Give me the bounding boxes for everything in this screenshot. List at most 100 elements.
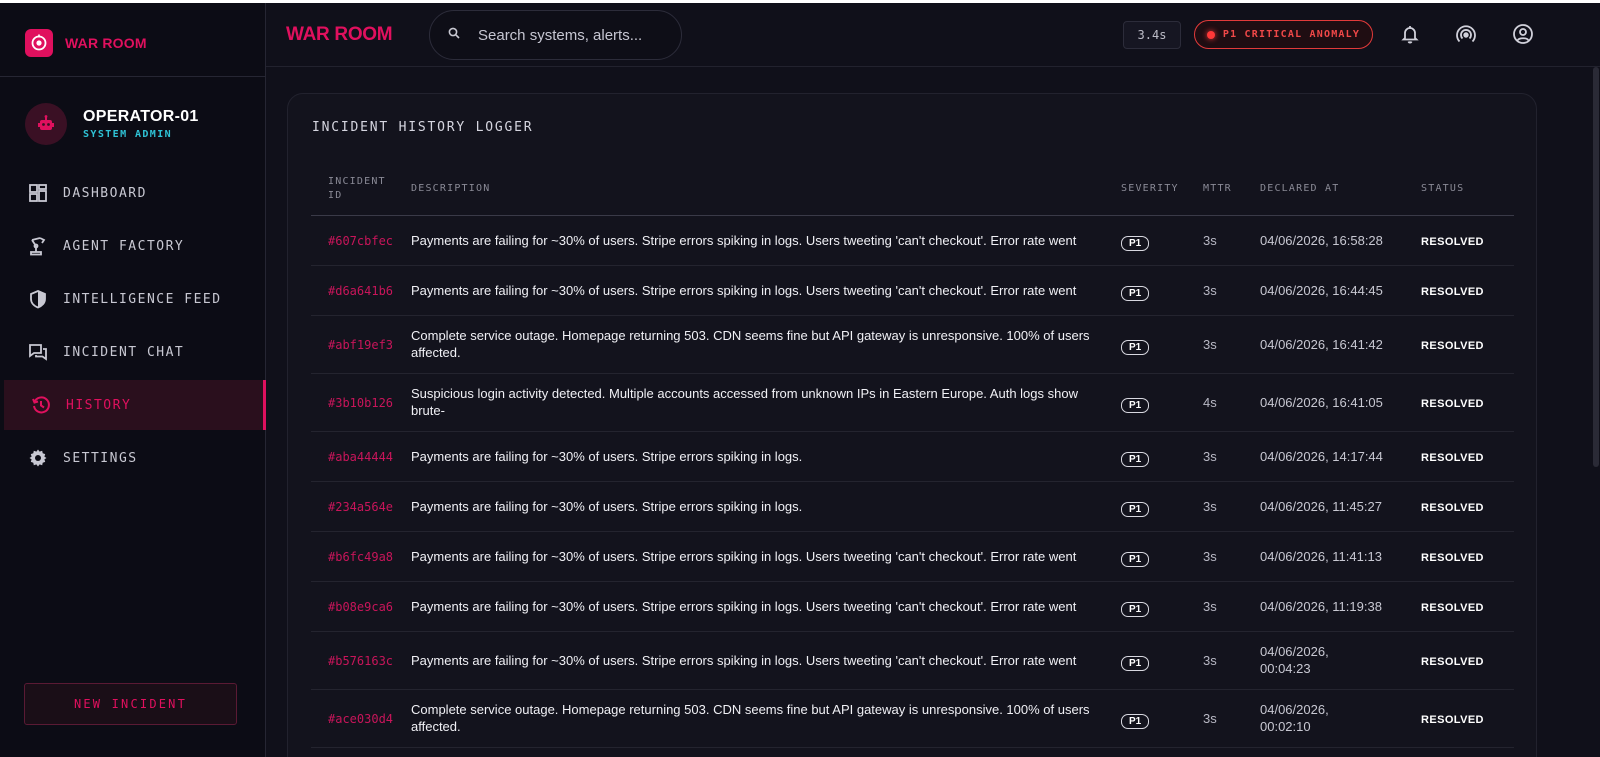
sidebar-divider: [0, 76, 266, 77]
status-badge: RESOLVED: [1421, 285, 1484, 298]
incident-id[interactable]: #607cbfec: [328, 234, 393, 248]
table-row[interactable]: #b6fc49a8 Payments are failing for ~30% …: [311, 531, 1514, 582]
column-header-mttr[interactable]: MTTR: [1203, 164, 1260, 216]
user-role: SYSTEM ADMIN: [83, 129, 173, 140]
column-header-description[interactable]: DESCRIPTION: [411, 164, 1121, 216]
status-badge: RESOLVED: [1421, 235, 1484, 248]
incident-table: INCIDENT ID DESCRIPTION SEVERITY MTTR DE…: [311, 164, 1514, 748]
severity-badge: P1: [1121, 286, 1150, 301]
incident-id[interactable]: #b08e9ca6: [328, 600, 393, 614]
user-circle-icon[interactable]: [1511, 22, 1535, 46]
mttr-value: 3s: [1203, 652, 1217, 668]
mttr-value: 3s: [1203, 282, 1217, 298]
declared-at: 04/06/2026, 16:41:05: [1260, 394, 1383, 410]
sidebar: WAR ROOM OPERATOR-01 SYSTEM ADMIN DASHBO…: [0, 3, 266, 757]
severity-badge: P1: [1121, 602, 1150, 617]
incident-description: Payments are failing for ~30% of users. …: [411, 598, 1077, 614]
sidebar-item-intelligence-feed[interactable]: INTELLIGENCE FEED: [0, 274, 266, 324]
declared-at: 04/06/2026, 16:58:28: [1260, 232, 1383, 248]
latency-badge: 3.4s: [1123, 21, 1181, 49]
table-row[interactable]: #b576163c Payments are failing for ~30% …: [311, 631, 1514, 690]
incident-history-card: INCIDENT HISTORY LOGGER INCIDENT ID DESC…: [287, 93, 1537, 757]
sidebar-item-label: SETTINGS: [63, 450, 138, 466]
search-box[interactable]: [429, 10, 682, 60]
table-row[interactable]: #aba44444 Payments are failing for ~30% …: [311, 431, 1514, 482]
severity-badge: P1: [1121, 340, 1150, 355]
severity-badge: P1: [1121, 236, 1150, 251]
mttr-value: 3s: [1203, 498, 1217, 514]
incident-description: Payments are failing for ~30% of users. …: [411, 548, 1077, 564]
incident-id[interactable]: #234a564e: [328, 500, 393, 514]
sidebar-item-label: AGENT FACTORY: [63, 238, 185, 254]
severity-badge: P1: [1121, 656, 1150, 671]
column-header-declared[interactable]: DECLARED AT: [1260, 164, 1421, 216]
column-header-id[interactable]: INCIDENT ID: [311, 164, 411, 216]
incident-description: Payments are failing for ~30% of users. …: [411, 448, 803, 464]
incident-id[interactable]: #b6fc49a8: [328, 550, 393, 564]
mttr-value: 4s: [1203, 394, 1217, 410]
search-input[interactable]: [478, 26, 658, 44]
declared-at: 04/06/2026, 00:04:23: [1260, 644, 1329, 676]
robot-arm-icon: [27, 235, 49, 257]
sidebar-item-label: DASHBOARD: [63, 185, 147, 201]
declared-at: 04/06/2026, 16:44:45: [1260, 282, 1383, 298]
table-row[interactable]: #b08e9ca6 Payments are failing for ~30% …: [311, 581, 1514, 632]
sidebar-nav: DASHBOARD AGENT FACTORY INTELLIGENCE FEE…: [0, 168, 266, 486]
column-header-status[interactable]: STATUS: [1421, 164, 1514, 216]
incident-id[interactable]: #abf19ef3: [328, 338, 393, 352]
chat-icon: [27, 341, 49, 363]
incident-id[interactable]: #3b10b126: [328, 396, 393, 410]
table-row[interactable]: #3b10b126 Suspicious login activity dete…: [311, 373, 1514, 432]
incident-id[interactable]: #ace030d4: [328, 712, 393, 726]
declared-at: 04/06/2026, 11:19:38: [1260, 598, 1382, 614]
status-badge: RESOLVED: [1421, 451, 1484, 464]
table-row[interactable]: #234a564e Payments are failing for ~30% …: [311, 481, 1514, 532]
severity-badge: P1: [1121, 502, 1150, 517]
sidebar-item-incident-chat[interactable]: INCIDENT CHAT: [0, 327, 266, 377]
anomaly-label: P1 CRITICAL ANOMALY: [1222, 29, 1361, 40]
sidebar-item-label: INTELLIGENCE FEED: [63, 291, 222, 307]
mttr-value: 3s: [1203, 232, 1217, 248]
sidebar-item-label: HISTORY: [66, 397, 132, 413]
incident-id[interactable]: #d6a641b6: [328, 284, 393, 298]
user-name: OPERATOR-01: [83, 108, 199, 125]
status-badge: RESOLVED: [1421, 655, 1484, 668]
scrollbar-thumb[interactable]: [1593, 67, 1599, 467]
brand[interactable]: WAR ROOM: [25, 28, 147, 58]
declared-at: 04/06/2026, 11:45:27: [1260, 498, 1382, 514]
incident-description: Suspicious login activity detected. Mult…: [411, 386, 1078, 418]
user-profile[interactable]: OPERATOR-01 SYSTEM ADMIN: [25, 103, 199, 145]
severity-badge: P1: [1121, 398, 1150, 413]
declared-at: 04/06/2026, 11:41:13: [1260, 548, 1382, 564]
incident-id[interactable]: #aba44444: [328, 450, 393, 464]
history-icon: [30, 394, 52, 416]
sidebar-item-history[interactable]: HISTORY: [4, 380, 266, 430]
incident-description: Payments are failing for ~30% of users. …: [411, 498, 803, 514]
critical-anomaly-badge[interactable]: P1 CRITICAL ANOMALY: [1194, 20, 1373, 49]
broadcast-icon[interactable]: [1454, 22, 1478, 46]
target-icon: [25, 29, 53, 57]
status-badge: RESOLVED: [1421, 339, 1484, 352]
severity-badge: P1: [1121, 552, 1150, 567]
table-row[interactable]: #ace030d4 Complete service outage. Homep…: [311, 689, 1514, 748]
robot-icon: [38, 115, 54, 130]
status-badge: RESOLVED: [1421, 551, 1484, 564]
status-badge: RESOLVED: [1421, 501, 1484, 514]
sidebar-item-dashboard[interactable]: DASHBOARD: [0, 168, 266, 218]
table-row[interactable]: #abf19ef3 Complete service outage. Homep…: [311, 315, 1514, 374]
declared-at: 04/06/2026, 16:41:42: [1260, 336, 1383, 352]
incident-description: Complete service outage. Homepage return…: [411, 702, 1090, 734]
avatar: [25, 103, 67, 145]
severity-badge: P1: [1121, 714, 1150, 729]
sidebar-item-settings[interactable]: SETTINGS: [0, 433, 266, 483]
table-row[interactable]: #607cbfec Payments are failing for ~30% …: [311, 215, 1514, 266]
new-incident-button[interactable]: NEW INCIDENT: [24, 683, 237, 725]
incident-id[interactable]: #b576163c: [328, 654, 393, 668]
table-row[interactable]: #d6a641b6 Payments are failing for ~30% …: [311, 265, 1514, 316]
column-header-severity[interactable]: SEVERITY: [1121, 164, 1203, 216]
bell-icon[interactable]: [1398, 22, 1422, 46]
declared-at: 04/06/2026, 00:02:10: [1260, 702, 1329, 734]
search-icon: [448, 26, 460, 44]
sidebar-item-agent-factory[interactable]: AGENT FACTORY: [0, 221, 266, 271]
status-badge: RESOLVED: [1421, 713, 1484, 726]
